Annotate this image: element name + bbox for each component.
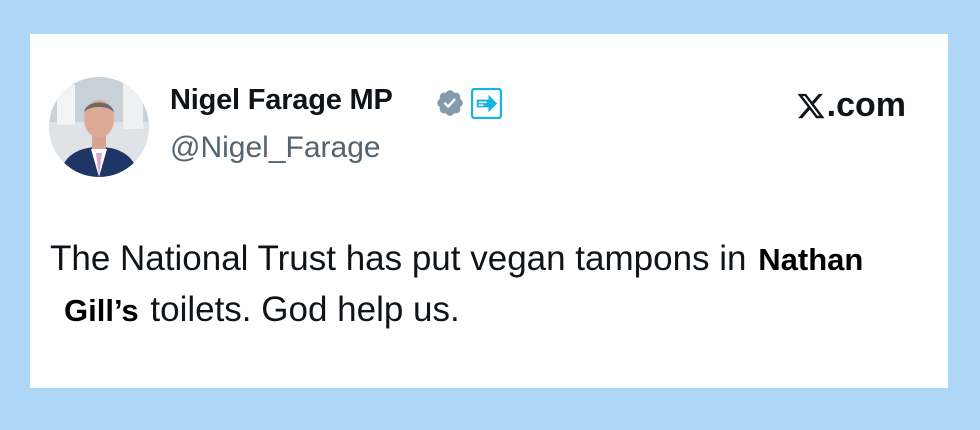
tweet-line-2: Gill’s toilets. God help us. [50,285,950,336]
verified-badge-icon [437,90,463,116]
x-brand: .com [796,86,906,125]
x-logo-icon [797,93,825,118]
tweet-text: The National Trust has put vegan tampons… [50,234,950,336]
profile-photo-icon[interactable] [49,77,149,177]
name-overlay-label: Nathan [756,242,866,277]
reform-uk-affiliation-icon[interactable] [471,88,502,119]
author-handle[interactable]: @Nigel_Farage [170,131,381,165]
x-domain-label: .com [826,86,906,124]
author-display-name[interactable]: Nigel Farage MP [170,84,393,117]
name-overlay-label: Gill’s [62,293,141,328]
tweet-line-1: The National Trust has put vegan tampons… [50,234,950,285]
tweet-text-part: toilets. God help us. [140,290,460,329]
tweet-card: Nigel Farage MP @Nigel_Farage .com The N… [30,34,948,388]
tweet-text-part: The National Trust has put vegan tampons… [50,239,757,278]
